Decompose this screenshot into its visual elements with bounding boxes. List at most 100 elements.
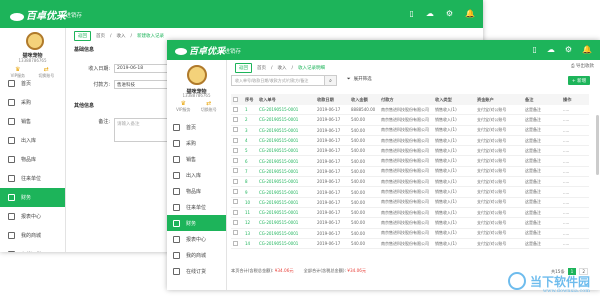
- row-checkbox[interactable]: [233, 168, 238, 174]
- table-row[interactable]: 6 CG-20190515-0001 2019-06-17 540.00 南京售进科技股…: [231, 156, 589, 167]
- row-checkbox[interactable]: [233, 199, 238, 205]
- cell-code[interactable]: CG-20190515-0001: [257, 190, 315, 195]
- sidebar-item-stock[interactable]: 出入库: [0, 131, 65, 150]
- cell-code[interactable]: CG-20190515-0001: [257, 148, 315, 153]
- row-checkbox[interactable]: [233, 230, 238, 236]
- sidebar-item-stock[interactable]: 出入库: [167, 167, 226, 183]
- breadcrumb-item[interactable]: 收入: [278, 65, 287, 71]
- breadcrumb-item[interactable]: 首页: [257, 65, 266, 71]
- mobile-icon[interactable]: ▯: [532, 45, 536, 54]
- cell-actions[interactable]: .....: [561, 138, 589, 143]
- cell-code[interactable]: CG-20190515-0001: [257, 107, 315, 112]
- cell-actions[interactable]: .....: [561, 210, 589, 215]
- search-input[interactable]: 收入单号/收款日期/收款方式/付款方/备注: [231, 75, 326, 86]
- table-row[interactable]: 4 CG-20190515-0001 2019-06-17 540.00 南京售进科技股…: [231, 136, 589, 147]
- row-checkbox[interactable]: [233, 106, 238, 112]
- date-input[interactable]: 2019-06-18: [114, 64, 168, 73]
- cell-actions[interactable]: .....: [561, 159, 589, 164]
- sidebar-item-partners[interactable]: 往来单位: [167, 199, 226, 215]
- bell-icon[interactable]: 🔔: [582, 45, 592, 54]
- row-checkbox[interactable]: [233, 219, 238, 225]
- select-all-checkbox[interactable]: [233, 96, 238, 102]
- row-checkbox[interactable]: [233, 147, 238, 153]
- cell-actions[interactable]: .....: [561, 179, 589, 184]
- cell-actions[interactable]: .....: [561, 169, 589, 174]
- sidebar-item-purchase[interactable]: 采购: [0, 93, 65, 112]
- cell-code[interactable]: CG-20190515-0001: [257, 169, 315, 174]
- filter-button[interactable]: ⏷ 展开筛选: [347, 76, 372, 82]
- table-row[interactable]: 3 CG-20190515-0001 2019-06-17 540.00 南京售进科技股…: [231, 126, 589, 136]
- table-row[interactable]: 11 CG-20190515-0001 2019-06-17 540.00 南京售进科技…: [231, 208, 589, 219]
- add-button[interactable]: + 新增: [568, 76, 590, 85]
- scrollbar[interactable]: [596, 115, 599, 175]
- table-row[interactable]: 10 CG-20190515-0001 2019-06-17 540.00 南京售进科技…: [231, 198, 589, 208]
- cloud-icon[interactable]: ☁: [547, 45, 555, 54]
- row-checkbox[interactable]: [233, 137, 238, 143]
- table-row[interactable]: 5 CG-20190515-0001 2019-06-17 540.00 南京售进科技股…: [231, 146, 589, 157]
- sidebar-item-order[interactable]: 在线订货: [167, 263, 226, 279]
- sidebar-item-mall[interactable]: 我的商城: [167, 247, 226, 263]
- row-checkbox[interactable]: [233, 158, 238, 164]
- mobile-icon[interactable]: ▯: [409, 9, 413, 18]
- cloud-icon[interactable]: ☁: [426, 9, 434, 18]
- export-link[interactable]: ⎙ 导出收款: [571, 63, 594, 69]
- sidebar-item-mall[interactable]: 我的商城: [0, 226, 65, 245]
- cell-code[interactable]: CG-20190515-0001: [257, 210, 315, 215]
- cell-actions[interactable]: .....: [561, 231, 589, 236]
- cell-code[interactable]: CG-20190515-0001: [257, 117, 315, 122]
- row-checkbox[interactable]: [233, 116, 238, 122]
- search-button[interactable]: ⌕: [324, 75, 337, 86]
- switch-account[interactable]: ⇄ 切换账号: [201, 100, 217, 113]
- table-row[interactable]: 1 CG-20190515-0001 2019-06-17 8888540.00 南京售…: [231, 105, 589, 116]
- cell-actions[interactable]: .....: [561, 128, 589, 133]
- gear-icon[interactable]: ⚙: [565, 45, 572, 54]
- sidebar-item-order[interactable]: 在线订货: [0, 245, 65, 252]
- row-checkbox[interactable]: [233, 209, 238, 215]
- cell-code[interactable]: CG-20190515-0001: [257, 179, 315, 184]
- sidebar-item-sales[interactable]: 销售: [167, 151, 226, 167]
- bell-icon[interactable]: 🔔: [465, 9, 475, 18]
- sidebar-item-finance[interactable]: 财务: [167, 215, 226, 231]
- table-row[interactable]: 9 CG-20190515-0001 2019-06-17 540.00 南京售进科技股…: [231, 187, 589, 198]
- back-button[interactable]: 返回: [235, 63, 252, 73]
- cell-code[interactable]: CG-20190515-0001: [257, 200, 315, 205]
- breadcrumb-item[interactable]: 收入: [117, 33, 126, 39]
- breadcrumb-item[interactable]: 首页: [96, 33, 105, 39]
- avatar[interactable]: [187, 65, 207, 85]
- sidebar-item-home[interactable]: 首页: [167, 119, 226, 135]
- cell-code[interactable]: CG-20190515-0001: [257, 231, 315, 236]
- table-row[interactable]: 7 CG-20190515-0001 2019-06-17 540.00 南京售进科技股…: [231, 167, 589, 178]
- cell-actions[interactable]: .....: [561, 107, 589, 112]
- sidebar-item-goods[interactable]: 物品库: [167, 183, 226, 199]
- cell-code[interactable]: CG-20190515-0001: [257, 159, 315, 164]
- table-row[interactable]: 14 CG-20190515-0001 2019-06-17 540.00 南京售进科技…: [231, 239, 589, 250]
- cell-actions[interactable]: .....: [561, 220, 589, 225]
- row-checkbox[interactable]: [233, 178, 238, 184]
- payer-input[interactable]: 售进科技: [114, 80, 168, 89]
- cell-code[interactable]: CG-20190515-0001: [257, 138, 315, 143]
- vip-service[interactable]: ♛ VIP服务: [176, 100, 190, 113]
- cell-actions[interactable]: .....: [561, 190, 589, 195]
- sidebar-item-goods[interactable]: 物品库: [0, 150, 65, 169]
- table-row[interactable]: 12 CG-20190515-0001 2019-06-17 540.00 南京售进科技…: [231, 218, 589, 229]
- sidebar-item-partners[interactable]: 往来单位: [0, 169, 65, 188]
- sidebar-item-reports[interactable]: 报表中心: [167, 231, 226, 247]
- row-checkbox[interactable]: [233, 127, 238, 133]
- sidebar-item-home[interactable]: 首页: [0, 74, 65, 93]
- sidebar-item-sales[interactable]: 销售: [0, 112, 65, 131]
- cell-actions[interactable]: .....: [561, 117, 589, 122]
- avatar[interactable]: [26, 32, 44, 50]
- table-row[interactable]: 8 CG-20190515-0001 2019-06-17 540.00 南京售进科技股…: [231, 177, 589, 188]
- sidebar-item-reports[interactable]: 报表中心: [0, 207, 65, 226]
- cell-code[interactable]: CG-20190515-0001: [257, 220, 315, 225]
- cell-actions[interactable]: .....: [561, 148, 589, 153]
- sidebar-item-finance[interactable]: 财务: [0, 188, 65, 207]
- cell-actions[interactable]: .....: [561, 200, 589, 205]
- sidebar-item-purchase[interactable]: 采购: [167, 135, 226, 151]
- cell-code[interactable]: CG-20190515-0001: [257, 128, 315, 133]
- row-checkbox[interactable]: [233, 189, 238, 195]
- row-checkbox[interactable]: [233, 240, 238, 246]
- gear-icon[interactable]: ⚙: [446, 9, 453, 18]
- cell-code[interactable]: CG-20190515-0001: [257, 241, 315, 246]
- table-row[interactable]: 2 CG-20190515-0001 2019-06-17 540.00 南京售进科技股…: [231, 115, 589, 126]
